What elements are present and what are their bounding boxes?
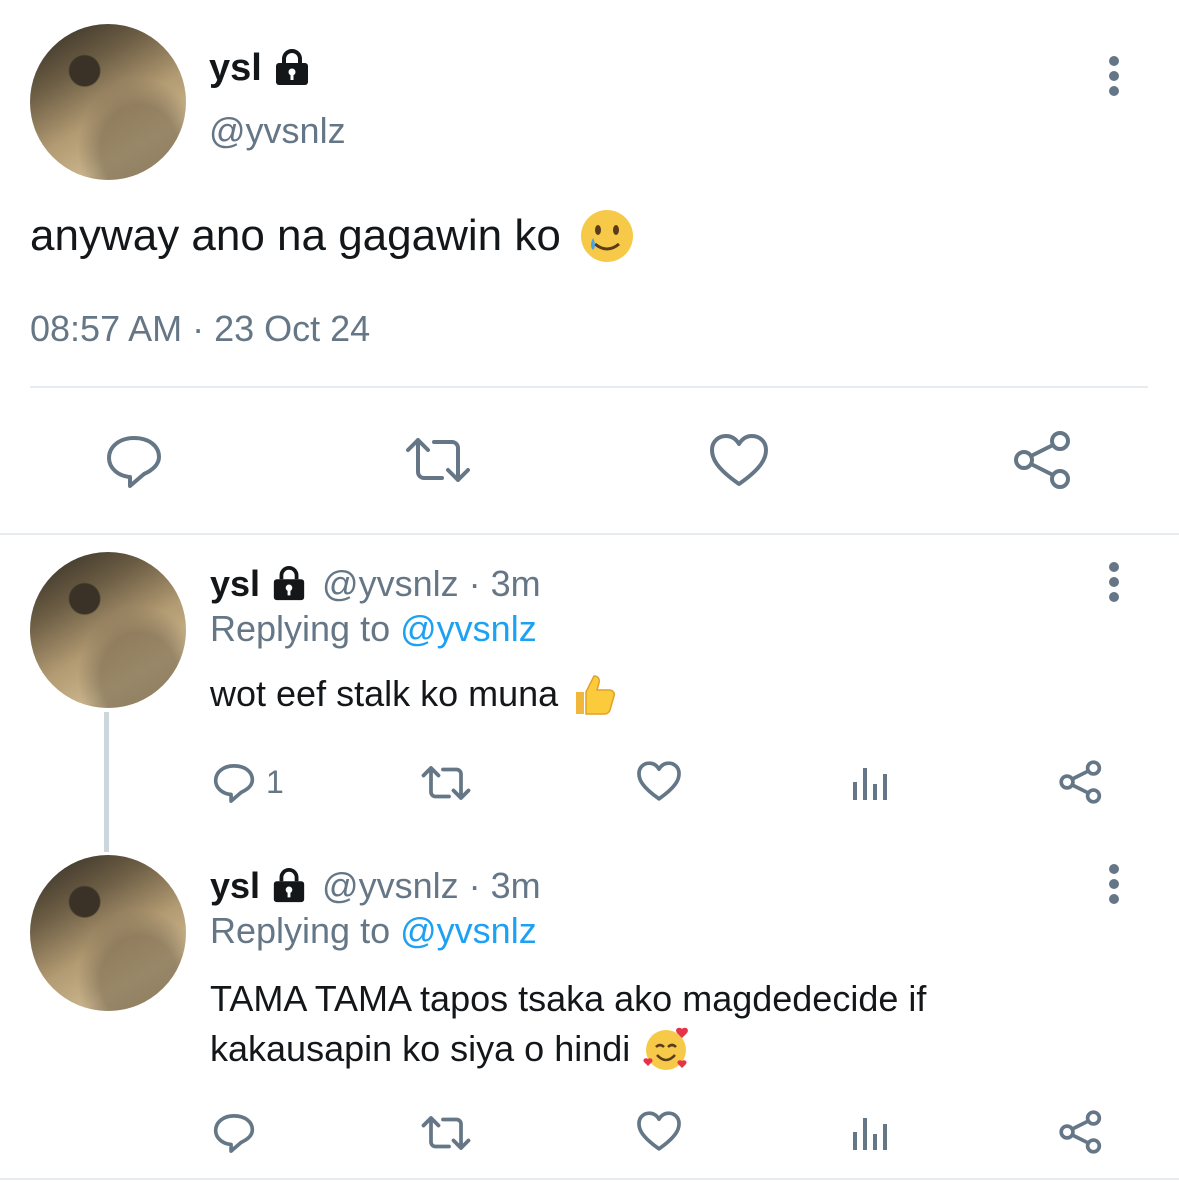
analytics-button[interactable] xyxy=(850,762,890,802)
like-button[interactable] xyxy=(636,1110,682,1152)
reply-2-text-line1: TAMA TAMA tapos tsaka ako magdedecide if xyxy=(210,978,927,1019)
reply-icon xyxy=(213,764,255,803)
reply-1-header: ysl @yvsnlz · 3m xyxy=(210,562,541,606)
reply-icon xyxy=(213,1114,255,1153)
reply-button[interactable]: 1 xyxy=(212,760,284,804)
reply-2-replying-to: Replying to @yvsnlz xyxy=(210,910,537,952)
retweet-button[interactable] xyxy=(420,1112,472,1154)
share-button[interactable] xyxy=(1058,1110,1104,1154)
reply-button[interactable] xyxy=(212,1110,256,1154)
share-icon xyxy=(1059,760,1102,804)
analytics-button[interactable] xyxy=(850,1112,890,1152)
smiling-hearts-emoji-icon xyxy=(642,1025,690,1073)
heart-icon xyxy=(637,761,681,801)
reply-1-display-name: ysl xyxy=(210,563,261,604)
main-display-name: ysl xyxy=(209,46,262,89)
main-handle[interactable]: @yvsnlz xyxy=(209,110,346,152)
section-divider xyxy=(0,533,1179,535)
like-button[interactable] xyxy=(708,432,770,488)
analytics-icon xyxy=(853,768,887,800)
reply-1-avatar[interactable] xyxy=(30,552,186,708)
analytics-icon xyxy=(853,1118,887,1150)
smiling-tear-emoji-icon xyxy=(579,208,635,264)
replying-to-link[interactable]: @yvsnlz xyxy=(400,608,537,649)
retweet-button[interactable] xyxy=(404,432,472,488)
reply-2-avatar[interactable] xyxy=(30,855,186,1011)
lock-icon xyxy=(272,49,312,87)
reply-1-text-row: wot eef stalk ko muna xyxy=(210,668,618,720)
reply-1-replying-to: Replying to @yvsnlz xyxy=(210,608,537,650)
reply-2-text-row2: kakausapin ko siya o hindi xyxy=(210,1024,690,1074)
reply-2-text-line2: kakausapin ko siya o hindi xyxy=(210,1028,631,1069)
lock-icon xyxy=(270,566,308,602)
retweet-icon xyxy=(421,1116,471,1150)
heart-icon xyxy=(637,1111,681,1151)
lock-icon xyxy=(270,868,308,904)
main-author-row: ysl xyxy=(209,44,312,92)
reply-2-handle-time[interactable]: @yvsnlz · 3m xyxy=(322,865,541,907)
main-tweet-text: anyway ano na gagawin ko xyxy=(30,211,561,260)
bottom-divider xyxy=(0,1178,1179,1180)
main-divider xyxy=(30,386,1148,388)
reply-button[interactable] xyxy=(104,430,164,490)
share-button[interactable] xyxy=(1012,430,1074,490)
reply-1-handle-time[interactable]: @yvsnlz · 3m xyxy=(322,563,541,605)
heart-icon xyxy=(710,434,768,486)
retweet-button[interactable] xyxy=(420,762,472,804)
replying-to-label: Replying to xyxy=(210,608,391,649)
more-vertical-icon[interactable] xyxy=(1109,56,1119,96)
more-vertical-icon[interactable] xyxy=(1109,864,1119,904)
reply-2-header: ysl @yvsnlz · 3m xyxy=(210,864,541,908)
share-icon xyxy=(1014,431,1070,489)
more-vertical-icon[interactable] xyxy=(1109,562,1119,602)
share-button[interactable] xyxy=(1058,760,1104,804)
thumbs-up-emoji-icon xyxy=(570,670,618,718)
reply-2-display-name: ysl xyxy=(210,865,261,906)
reply-count: 1 xyxy=(266,763,284,800)
reply-1-text: wot eef stalk ko muna xyxy=(210,673,559,714)
replying-to-label: Replying to xyxy=(210,910,391,951)
retweet-icon xyxy=(421,766,471,800)
share-icon xyxy=(1059,1110,1102,1154)
main-timestamp: 08:57 AM · 23 Oct 24 xyxy=(30,308,371,349)
like-button[interactable] xyxy=(636,760,682,802)
reply-icon xyxy=(107,436,161,488)
retweet-icon xyxy=(406,438,470,482)
replying-to-link[interactable]: @yvsnlz xyxy=(400,910,537,951)
thread-line xyxy=(104,712,109,852)
main-avatar[interactable] xyxy=(30,24,186,180)
main-tweet-text-row: anyway ano na gagawin ko xyxy=(30,206,635,266)
